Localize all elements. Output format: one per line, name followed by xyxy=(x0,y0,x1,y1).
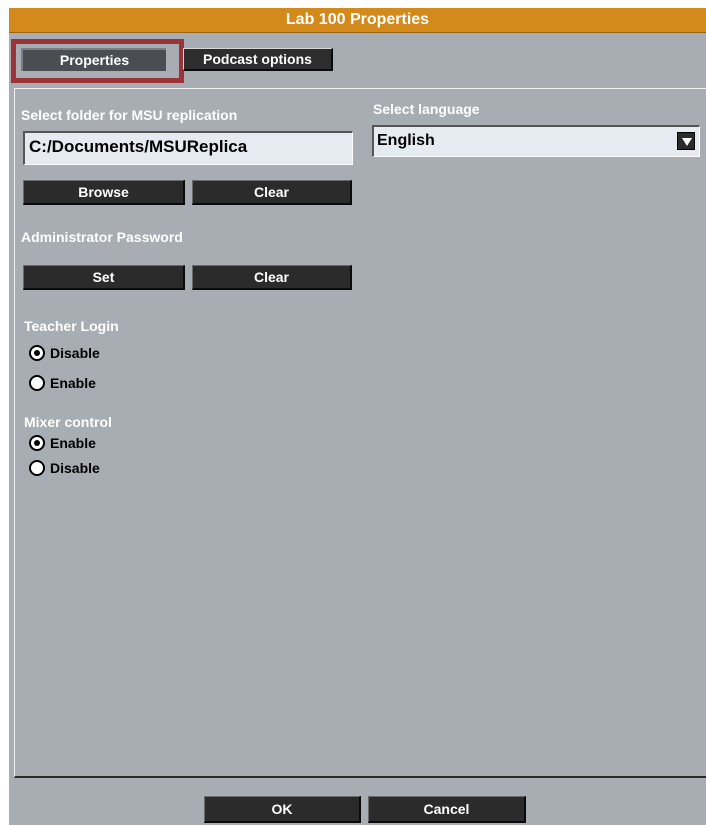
mixer-disable-option[interactable]: Disable xyxy=(29,459,100,477)
ok-button[interactable]: OK xyxy=(204,796,361,823)
teacher-login-enable-label: Enable xyxy=(50,375,96,391)
teacher-login-disable-option[interactable]: Disable xyxy=(29,344,100,362)
radio-checked-icon[interactable] xyxy=(29,344,45,361)
dialog-title: Lab 100 Properties xyxy=(9,8,706,33)
radio-unchecked-icon[interactable] xyxy=(29,459,45,476)
radio-checked-icon[interactable] xyxy=(29,434,45,451)
teacher-login-label: Teacher Login xyxy=(24,318,119,334)
tab-properties[interactable]: Properties xyxy=(21,48,166,71)
language-label: Select language xyxy=(373,101,480,117)
radio-unchecked-icon[interactable] xyxy=(29,374,45,391)
tab-podcast-options[interactable]: Podcast options xyxy=(183,48,333,71)
teacher-login-disable-label: Disable xyxy=(50,345,100,361)
password-clear-button[interactable]: Clear xyxy=(192,265,352,290)
replication-folder-field[interactable]: C:/Documents/MSUReplica xyxy=(23,131,353,165)
language-select[interactable]: English xyxy=(372,125,700,157)
language-selected-value: English xyxy=(377,132,435,149)
properties-dialog: Lab 100 Properties Properties Podcast op… xyxy=(9,8,706,825)
teacher-login-enable-option[interactable]: Enable xyxy=(29,374,96,392)
chevron-down-icon[interactable] xyxy=(677,132,695,150)
browse-button[interactable]: Browse xyxy=(23,180,185,205)
admin-password-label: Administrator Password xyxy=(21,229,183,245)
mixer-control-label: Mixer control xyxy=(24,414,112,430)
password-set-button[interactable]: Set xyxy=(23,265,185,290)
replication-folder-label: Select folder for MSU replication xyxy=(21,107,238,123)
cancel-button[interactable]: Cancel xyxy=(368,796,526,823)
replication-clear-button[interactable]: Clear xyxy=(192,180,352,205)
mixer-enable-label: Enable xyxy=(50,435,96,451)
mixer-enable-option[interactable]: Enable xyxy=(29,434,96,452)
mixer-disable-label: Disable xyxy=(50,460,100,476)
properties-panel: Select folder for MSU replication C:/Doc… xyxy=(14,88,706,778)
